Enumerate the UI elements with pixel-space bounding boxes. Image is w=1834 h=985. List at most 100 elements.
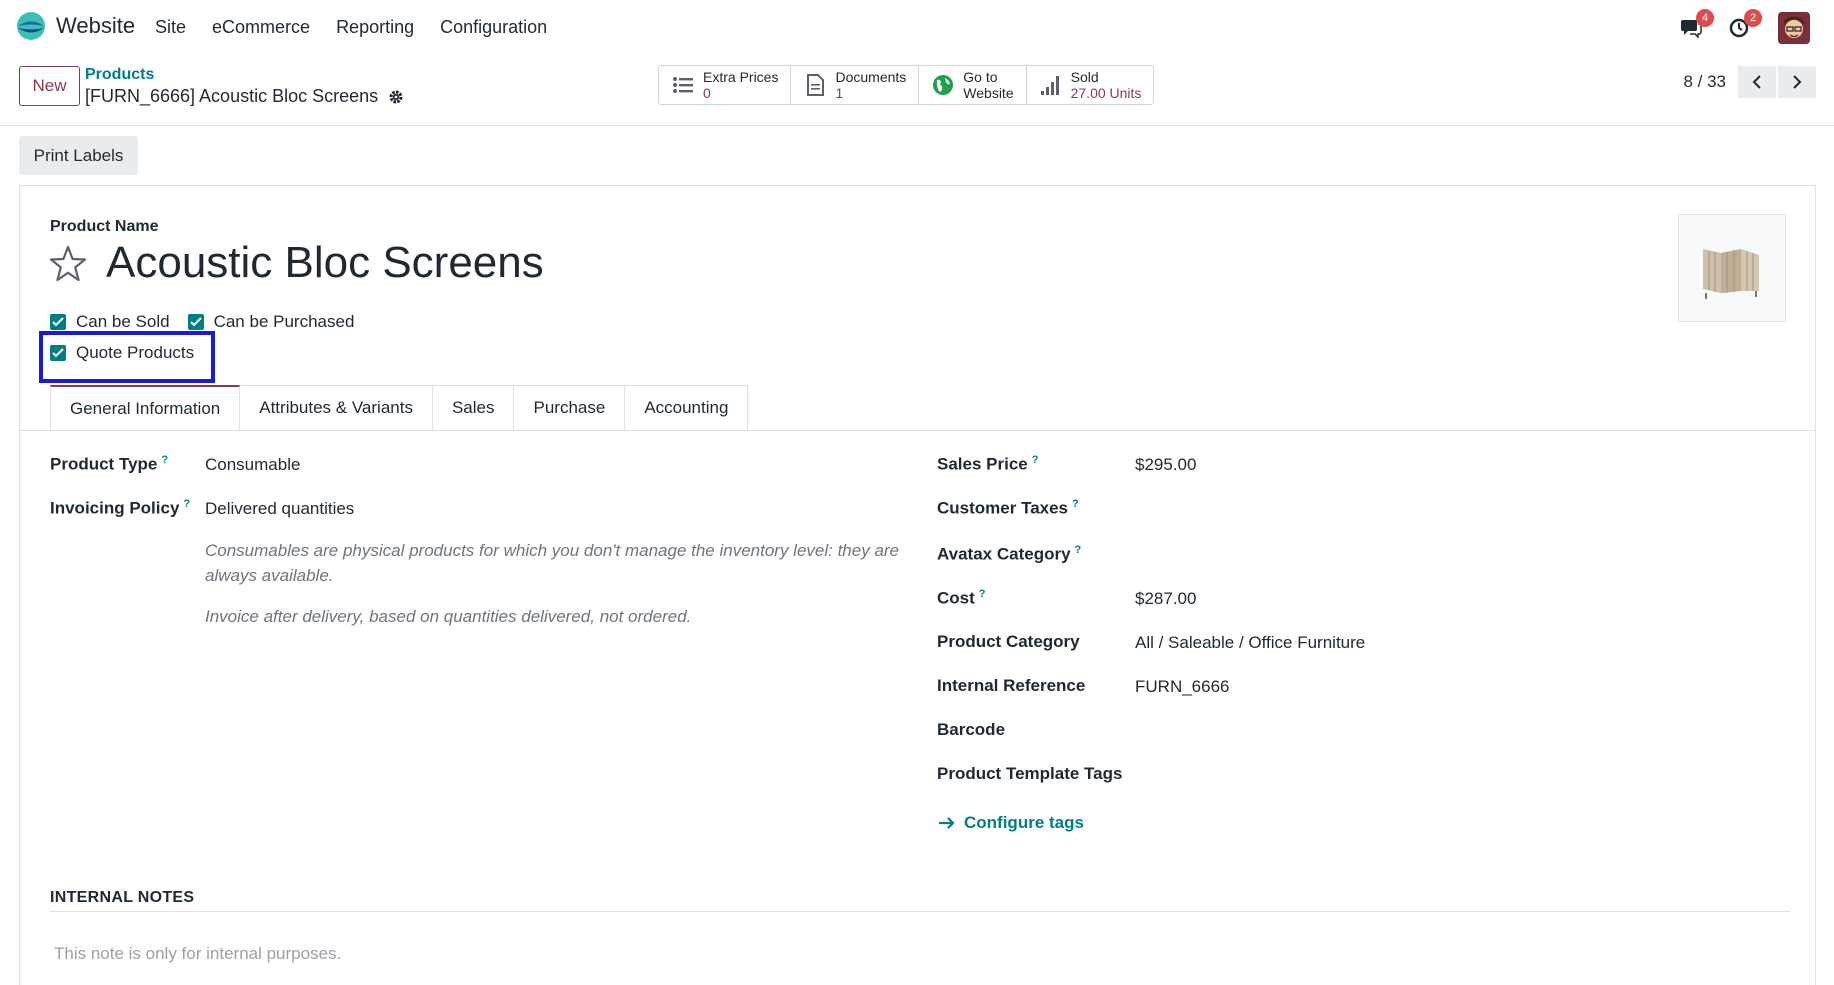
- menu-site[interactable]: Site: [155, 17, 186, 38]
- product-type-field[interactable]: Consumable: [205, 455, 300, 475]
- barcode-field[interactable]: [1135, 720, 1635, 742]
- breadcrumb-current: [FURN_6666] Acoustic Bloc Screens: [85, 86, 404, 107]
- website-label: Website: [963, 85, 1014, 101]
- help-tooltip-icon[interactable]: ?: [1072, 498, 1079, 510]
- help-tooltip-icon[interactable]: ?: [183, 498, 190, 510]
- customer-taxes-field[interactable]: [1135, 498, 1635, 520]
- can-be-purchased-label: Can be Purchased: [213, 312, 355, 331]
- pager-next-button[interactable]: [1778, 66, 1816, 98]
- cost-field[interactable]: $287.00: [1135, 589, 1196, 609]
- list-icon: [673, 77, 693, 93]
- help-tooltip-icon[interactable]: ?: [1075, 544, 1082, 556]
- tabs-divider: [20, 430, 1817, 431]
- globe-icon: [933, 75, 954, 95]
- messages-button[interactable]: 4: [1676, 9, 1714, 43]
- invoice-help-text: Invoice after delivery, based on quantit…: [205, 607, 692, 626]
- product-thumbnail: [1703, 249, 1759, 299]
- pager-value[interactable]: 8 / 33: [1683, 72, 1726, 92]
- can-be-sold-checkbox[interactable]: Can be Sold: [50, 312, 170, 332]
- consumables-help-text: Consumables are physical products for wh…: [205, 541, 900, 585]
- can-be-purchased-checkbox[interactable]: Can be Purchased: [187, 312, 355, 332]
- chevron-left-icon: [1752, 75, 1761, 89]
- app-name: Website: [56, 13, 136, 38]
- checkbox-checked-icon: [187, 314, 204, 330]
- internal-notes-field[interactable]: This note is only for internal purposes.: [54, 944, 341, 964]
- form-tabs: General Information Attributes & Variant…: [50, 385, 749, 431]
- smart-buttons: Extra Prices 0 Documents 1 Go to Website…: [658, 65, 1155, 105]
- product-name-label: Product Name: [50, 218, 159, 235]
- tab-purchase[interactable]: Purchase: [514, 385, 626, 431]
- internal-notes-title: INTERNAL NOTES: [50, 889, 195, 906]
- tab-attributes-variants[interactable]: Attributes & Variants: [240, 385, 433, 431]
- app-brand[interactable]: Website: [16, 11, 135, 41]
- messages-badge: 4: [1696, 9, 1714, 27]
- invoicing-policy-label: Invoicing Policy?: [50, 498, 191, 518]
- configure-tags-link[interactable]: Configure tags: [938, 813, 1084, 833]
- go-to-label: Go to: [963, 69, 998, 85]
- top-navbar: Website Site eCommerce Reporting Configu…: [0, 0, 1834, 56]
- product-type-label: Product Type?: [50, 454, 169, 474]
- bar-chart-icon: [1040, 76, 1059, 95]
- breadcrumb-current-label: [FURN_6666] Acoustic Bloc Screens: [85, 86, 379, 106]
- product-category-label: Product Category: [937, 632, 1080, 651]
- go-to-website-button[interactable]: Go to Website: [919, 66, 1027, 104]
- avatax-category-label: Avatax Category?: [937, 544, 1082, 564]
- new-button[interactable]: New: [19, 66, 80, 106]
- control-panel: New Products [FURN_6666] Acoustic Bloc S…: [0, 56, 1834, 126]
- extra-prices-label: Extra Prices: [703, 69, 779, 85]
- highlight-box: [39, 331, 215, 383]
- star-icon[interactable]: [48, 244, 88, 284]
- sold-button[interactable]: Sold 27.00 Units: [1027, 66, 1154, 104]
- arrow-right-icon: [939, 817, 955, 829]
- menu-ecommerce[interactable]: eCommerce: [212, 17, 310, 38]
- website-app-icon: [17, 12, 45, 40]
- avatar-image: [1778, 12, 1810, 44]
- checkbox-checked-icon: [50, 314, 66, 330]
- pager: 8 / 33: [1683, 66, 1816, 98]
- configure-tags-label: Configure tags: [964, 813, 1084, 832]
- can-be-sold-label: Can be Sold: [76, 312, 170, 331]
- sales-price-label: Sales Price?: [937, 454, 1039, 474]
- extra-prices-button[interactable]: Extra Prices 0: [659, 66, 792, 104]
- customer-taxes-label: Customer Taxes?: [937, 498, 1079, 518]
- invoicing-policy-field[interactable]: Delivered quantities: [205, 499, 354, 519]
- sales-price-field[interactable]: $295.00: [1135, 455, 1196, 475]
- activity-badge: 2: [1744, 9, 1762, 27]
- breadcrumb: Products [FURN_6666] Acoustic Bloc Scree…: [85, 66, 404, 107]
- help-tooltip-icon[interactable]: ?: [161, 454, 168, 466]
- breadcrumb-products-link[interactable]: Products: [85, 66, 404, 84]
- product-template-tags-field[interactable]: [1135, 764, 1635, 786]
- avatax-category-field[interactable]: [1135, 544, 1635, 566]
- pager-previous-button[interactable]: [1738, 66, 1776, 98]
- tab-sales[interactable]: Sales: [432, 385, 515, 431]
- internal-reference-label: Internal Reference: [937, 676, 1086, 695]
- chevron-right-icon: [1793, 75, 1802, 89]
- cost-label: Cost?: [937, 588, 986, 608]
- product-image[interactable]: [1678, 214, 1786, 322]
- document-icon: [807, 74, 825, 96]
- product-category-field[interactable]: All / Saleable / Office Furniture: [1135, 633, 1365, 653]
- tab-general-information[interactable]: General Information: [50, 385, 241, 431]
- product-name-field[interactable]: Acoustic Bloc Screens: [106, 238, 544, 288]
- documents-label: Documents: [835, 69, 907, 85]
- gear-icon[interactable]: [388, 89, 404, 105]
- menu-configuration[interactable]: Configuration: [440, 17, 547, 38]
- form-sheet: Product Name Acoustic Bloc Screens Can b…: [19, 185, 1817, 985]
- help-tooltip-icon[interactable]: ?: [1032, 454, 1039, 466]
- systray: 4 2: [1658, 9, 1810, 44]
- main-menu: Site eCommerce Reporting Configuration: [155, 17, 573, 38]
- extra-prices-value: 0: [703, 85, 711, 101]
- internal-reference-field[interactable]: FURN_6666: [1135, 677, 1230, 697]
- sold-label: Sold: [1070, 69, 1099, 85]
- print-labels-button[interactable]: Print Labels: [19, 136, 138, 175]
- product-template-tags-label: Product Template Tags: [937, 764, 1123, 783]
- menu-reporting[interactable]: Reporting: [336, 17, 414, 38]
- activity-button[interactable]: 2: [1724, 9, 1762, 43]
- barcode-label: Barcode: [937, 720, 1006, 739]
- sold-value: 27.00 Units: [1070, 85, 1142, 101]
- user-avatar[interactable]: [1778, 12, 1810, 44]
- documents-button[interactable]: Documents 1: [791, 66, 920, 104]
- help-tooltip-icon[interactable]: ?: [979, 588, 986, 600]
- notes-divider: [50, 911, 1790, 912]
- tab-accounting[interactable]: Accounting: [625, 385, 749, 431]
